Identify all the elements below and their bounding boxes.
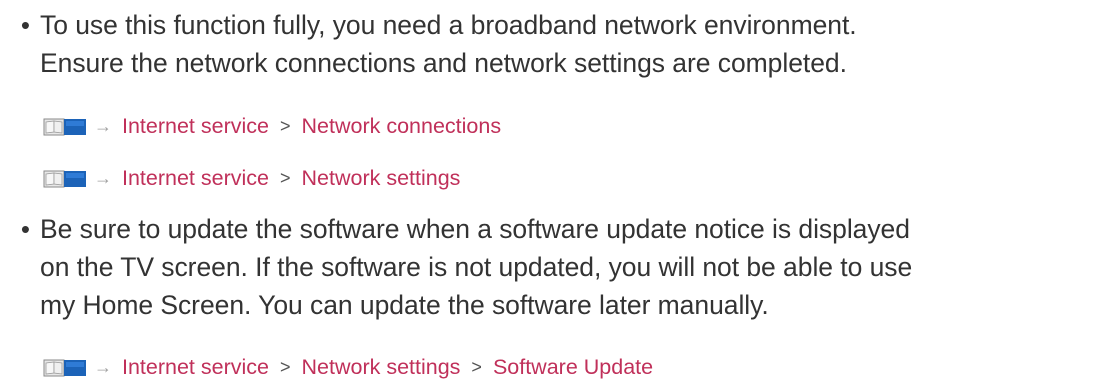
chevron-right-icon: > [279,356,291,377]
link-internet-service[interactable]: Internet service [122,166,269,191]
arrow-icon: → [94,167,112,188]
arrow-icon: → [94,356,112,377]
book-icon [43,170,86,187]
book-icon [43,118,86,135]
link-internet-service[interactable]: Internet service [122,114,269,139]
bullet-dot: • [20,214,30,244]
link-software-update[interactable]: Software Update [493,355,653,380]
link-network-connections[interactable]: Network connections [302,114,502,139]
bullet-text-1: To use this function fully, you need a b… [40,10,857,78]
chevron-right-icon: > [471,356,482,377]
link-network-settings[interactable]: Network settings [302,166,461,191]
book-icon [43,359,86,376]
bullet-item-2: • Be sure to update the software when a … [0,210,1104,324]
bullet-text-2: Be sure to update the software when a so… [40,214,913,320]
chevron-right-icon: > [279,115,291,136]
bullet-item-1: • To use this function fully, you need a… [0,6,1104,82]
link-internet-service[interactable]: Internet service [122,355,269,380]
link-row-3: → Internet service > Network settings > … [42,353,653,381]
bullet-dot: • [20,10,30,40]
link-row-2: → Internet service > Network settings [42,164,460,192]
chevron-right-icon: > [279,167,291,188]
link-row-1: → Internet service > Network connections [42,112,501,140]
link-network-settings[interactable]: Network settings [302,355,461,380]
arrow-icon: → [94,115,112,136]
